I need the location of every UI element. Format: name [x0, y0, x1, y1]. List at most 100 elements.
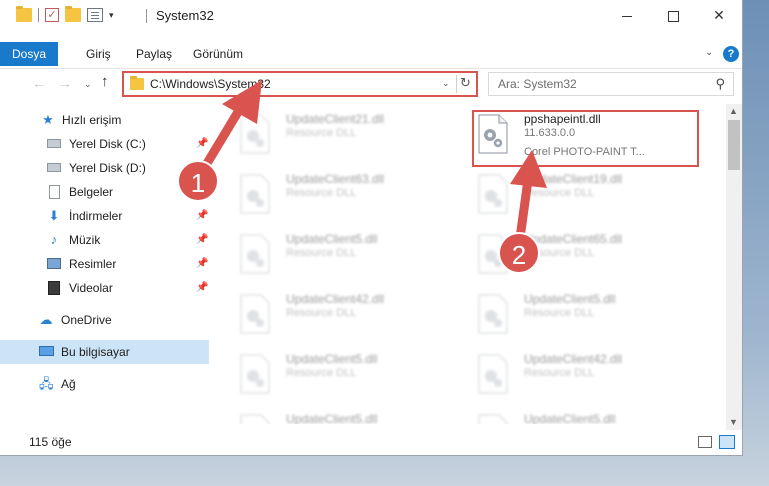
- forward-arrow-icon[interactable]: →: [58, 75, 72, 91]
- sidebar-item-pictures[interactable]: Resimler 📌: [0, 252, 209, 276]
- scroll-up-icon[interactable]: ▲: [729, 106, 738, 116]
- pin-icon[interactable]: 📌: [196, 228, 208, 252]
- file-name: UpdateClient19.dll: [524, 172, 623, 186]
- music-icon: ♪: [50, 232, 58, 247]
- help-icon[interactable]: ?: [723, 46, 739, 62]
- ribbon-tabs: Dosya Giriş Paylaş Görünüm ⌄ ?: [0, 42, 742, 66]
- sidebar-item-this-pc[interactable]: Bu bilgisayar: [0, 340, 209, 364]
- folder-icon: [130, 76, 144, 90]
- file-tile[interactable]: UpdateClient5.dll Resource DLL: [235, 348, 465, 404]
- properties-icon[interactable]: [87, 8, 103, 22]
- sidebar-item-quick-access[interactable]: ★ Hızlı erişim: [0, 108, 209, 132]
- pin-icon[interactable]: 📌: [196, 132, 208, 156]
- file-tile[interactable]: UpdateClient5.dll Resource DLL: [473, 408, 703, 424]
- file-type: Resource DLL: [286, 307, 357, 319]
- sidebar-item-label: Müzik: [69, 233, 101, 247]
- address-path[interactable]: C:\Windows\System32: [150, 77, 271, 91]
- dll-file-icon: [478, 354, 508, 394]
- scroll-thumb[interactable]: [728, 120, 740, 170]
- dll-file-icon: [240, 234, 270, 274]
- sidebar-item-videos[interactable]: Videolar 📌: [0, 276, 209, 300]
- download-icon: ⬇: [48, 208, 60, 223]
- cloud-icon: ☁: [39, 312, 53, 327]
- close-button[interactable]: ✕: [696, 0, 742, 32]
- sidebar-item-label: Belgeler: [69, 185, 114, 199]
- search-input[interactable]: Ara: System32 ⚲: [488, 72, 734, 96]
- window-title: System32: [156, 8, 214, 23]
- up-arrow-icon[interactable]: ↑: [101, 73, 109, 90]
- tiles-view-icon[interactable]: [719, 435, 735, 449]
- navigation-bar: ← → ⌄ ↑ C:\Windows\System32 ⌄ ↻ Ara: Sys…: [0, 68, 742, 99]
- file-type: Resource DLL: [524, 367, 595, 379]
- recent-locations-icon[interactable]: ⌄: [84, 79, 92, 90]
- address-divider: [456, 75, 457, 93]
- item-count: 115 öğe: [29, 435, 72, 449]
- search-placeholder: Ara: System32: [498, 77, 577, 91]
- sidebar-item-local-disk-c[interactable]: Yerel Disk (C:) 📌: [0, 132, 209, 156]
- tab-share[interactable]: Paylaş: [136, 42, 172, 66]
- customize-toolbar-dropdown[interactable]: ▾: [109, 10, 114, 21]
- tab-view[interactable]: Görünüm: [193, 42, 243, 66]
- sidebar-item-music[interactable]: ♪ Müzik 📌: [0, 228, 209, 252]
- sidebar-item-label: Yerel Disk (C:): [69, 137, 146, 151]
- dll-file-icon: [240, 114, 270, 154]
- expand-ribbon-icon[interactable]: ⌄: [705, 47, 713, 58]
- file-type: Resource DLL: [524, 187, 595, 199]
- minimize-icon: [622, 15, 632, 17]
- sidebar-item-label: Ağ: [61, 377, 76, 391]
- file-tile[interactable]: UpdateClient5.dll Resource DLL: [235, 408, 465, 424]
- sidebar-item-network[interactable]: 🖧 Ağ: [0, 372, 209, 396]
- sidebar-item-label: Resimler: [69, 257, 117, 271]
- dll-file-icon: [478, 294, 508, 334]
- properties-check-icon[interactable]: ✓: [45, 8, 59, 22]
- dll-file-icon: [478, 414, 508, 424]
- file-tile[interactable]: UpdateClient5.dll Resource DLL: [473, 288, 703, 344]
- search-icon[interactable]: ⚲: [715, 76, 725, 92]
- file-name: UpdateClient5.dll: [286, 232, 378, 246]
- title-bar: ✓ ▾ System32 ✕: [0, 0, 742, 32]
- sidebar-item-downloads[interactable]: ⬇ İndirmeler 📌: [0, 204, 209, 228]
- sidebar-item-onedrive[interactable]: ☁ OneDrive: [0, 308, 209, 332]
- file-name: UpdateClient5.dll: [524, 292, 616, 306]
- file-tile[interactable]: UpdateClient19.dll Resource DLL: [473, 168, 703, 224]
- video-icon: [47, 281, 61, 295]
- title-divider: [146, 9, 147, 23]
- file-type: Resource DLL: [286, 247, 357, 259]
- tab-home[interactable]: Giriş: [86, 42, 111, 66]
- drive-icon: [47, 137, 61, 151]
- dll-file-icon: [478, 174, 508, 214]
- sidebar-item-label: İndirmeler: [69, 209, 123, 223]
- file-type: Resource DLL: [286, 367, 357, 379]
- file-tile[interactable]: UpdateClient42.dll Resource DLL: [473, 348, 703, 404]
- minimize-button[interactable]: [604, 0, 650, 32]
- tab-file[interactable]: Dosya: [0, 42, 58, 66]
- file-tile[interactable]: UpdateClient63.dll Resource DLL: [235, 168, 465, 224]
- file-name: UpdateClient42.dll: [524, 352, 623, 366]
- sidebar-item-label: Yerel Disk (D:): [69, 161, 146, 175]
- pin-icon[interactable]: 📌: [196, 204, 208, 228]
- close-icon: ✕: [713, 7, 725, 23]
- toolbar-divider: [38, 8, 39, 22]
- file-type: Resource DLL: [286, 187, 357, 199]
- document-icon: [47, 185, 61, 199]
- dll-file-icon: [240, 174, 270, 214]
- file-tile[interactable]: UpdateClient21.dll Resource DLL: [235, 108, 465, 164]
- folder-icon[interactable]: [16, 6, 32, 22]
- pin-icon[interactable]: 📌: [196, 276, 208, 300]
- file-tile[interactable]: UpdateClient42.dll Resource DLL: [235, 288, 465, 344]
- computer-icon: [39, 345, 54, 359]
- back-arrow-icon[interactable]: ←: [32, 75, 46, 91]
- maximize-icon: [667, 10, 679, 22]
- address-bar[interactable]: C:\Windows\System32 ⌄ ↻: [122, 71, 478, 97]
- details-view-icon[interactable]: [698, 436, 712, 448]
- refresh-icon[interactable]: ↻: [460, 75, 471, 91]
- address-dropdown-icon[interactable]: ⌄: [442, 78, 450, 89]
- status-bar: 115 öğe: [0, 430, 742, 455]
- vertical-scrollbar[interactable]: ▲ ▼: [726, 104, 742, 430]
- pin-icon[interactable]: 📌: [196, 252, 208, 276]
- scroll-down-icon[interactable]: ▼: [729, 417, 738, 427]
- file-tile[interactable]: UpdateClient5.dll Resource DLL: [235, 228, 465, 284]
- maximize-button[interactable]: [650, 0, 696, 32]
- new-folder-icon[interactable]: [65, 6, 81, 22]
- file-highlight-box: [472, 110, 699, 167]
